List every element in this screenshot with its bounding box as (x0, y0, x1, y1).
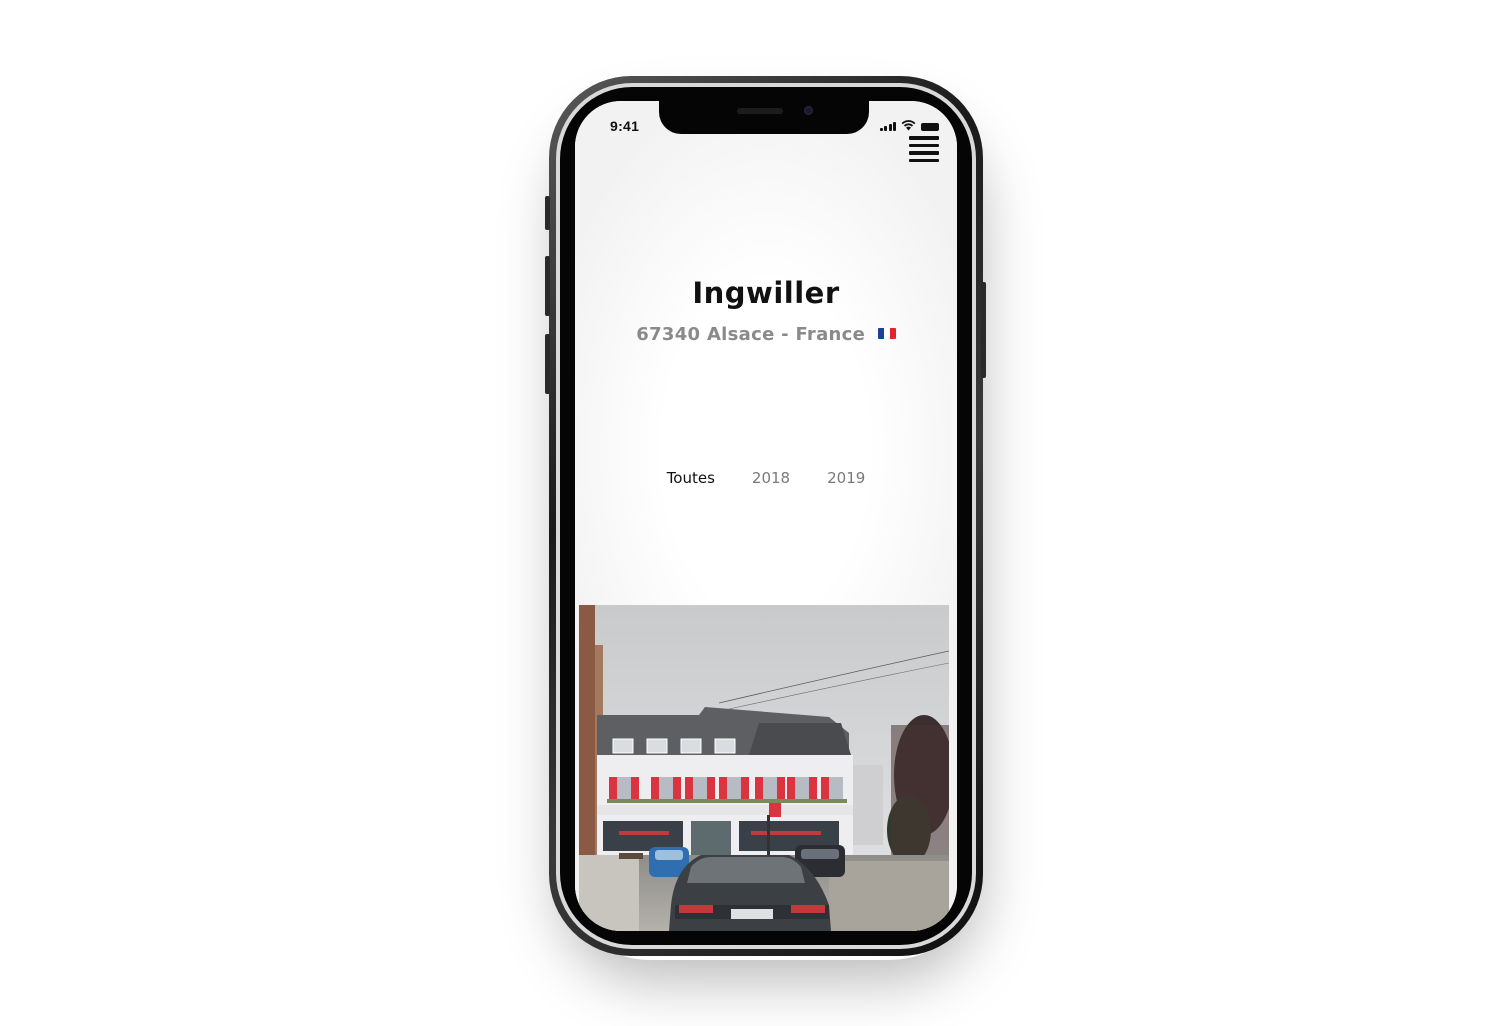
volume-up-button (545, 256, 550, 316)
power-button (981, 282, 986, 378)
status-icons (879, 119, 939, 131)
year-filter-tabs: Toutes 2018 2019 (575, 469, 957, 487)
tab-2019[interactable]: 2019 (827, 469, 865, 487)
phone-screen: 9:41 Ingwiller 67340 Alsace - France Tou… (575, 101, 957, 931)
status-time: 9:41 (610, 118, 640, 134)
page-title: Ingwiller (692, 276, 840, 310)
notch (659, 101, 869, 134)
region-line: 67340 Alsace - France (636, 324, 866, 345)
cellular-signal-icon (879, 121, 896, 131)
battery-icon (921, 123, 939, 131)
street-photo-image (579, 605, 949, 931)
mockup-stage: 9:41 Ingwiller 67340 Alsace - France Tou… (0, 0, 1500, 1026)
tab-toutes[interactable]: Toutes (667, 469, 715, 487)
tab-2018[interactable]: 2018 (752, 469, 790, 487)
street-photo[interactable] (579, 605, 949, 931)
speaker-grille (737, 108, 783, 114)
hamburger-menu-icon[interactable] (909, 136, 939, 162)
wifi-icon (901, 120, 916, 131)
front-camera (804, 106, 813, 115)
location-subtitle: 67340 Alsace - France (575, 324, 957, 345)
volume-down-button (545, 334, 550, 394)
mute-switch (545, 196, 550, 230)
france-flag-icon (877, 328, 896, 339)
